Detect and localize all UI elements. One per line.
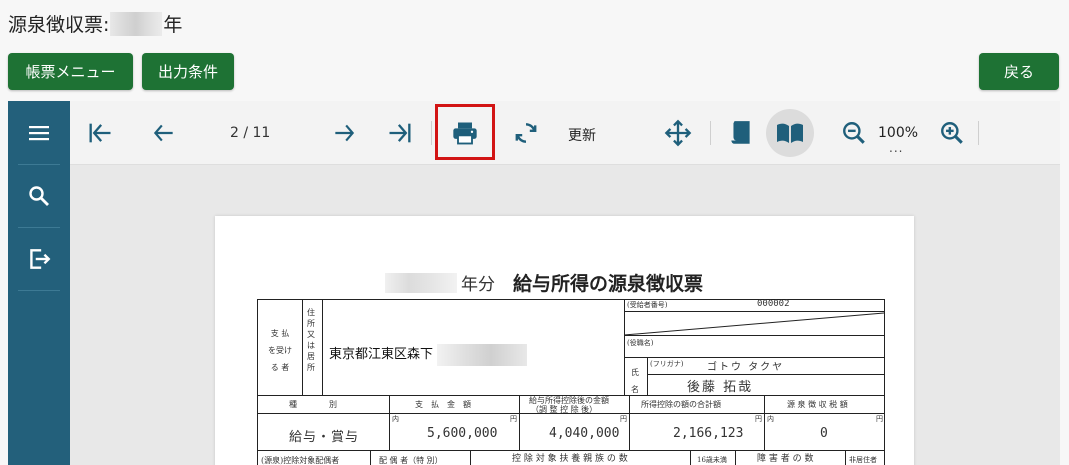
- address: 東京都江東区森下: [329, 347, 434, 362]
- row-deduct-after: 4,040,000: [549, 426, 620, 441]
- toolbar-divider: [710, 121, 711, 145]
- unit-en: 円: [510, 415, 517, 423]
- page-title-suffix: 年: [163, 14, 183, 36]
- furigana: ゴトウ タクヤ: [707, 362, 785, 373]
- name-label: 氏 名: [631, 368, 639, 394]
- last-page-icon[interactable]: [382, 111, 418, 155]
- col-type: 種 別: [289, 400, 337, 409]
- bottom-dependents-label: 控 除 対 象 扶 養 親 族 の 数: [512, 454, 628, 464]
- recipient-name: 後藤 拓哉: [687, 380, 754, 395]
- redacted-address: [437, 344, 527, 366]
- year-suffix: 年分: [461, 275, 495, 295]
- toolbar-divider: [978, 121, 979, 145]
- bottom-disabled-label: 障 害 者 の 数: [757, 454, 814, 464]
- row-deduct-total: 2,166,123: [673, 426, 744, 441]
- furigana-label: (フリガナ): [650, 360, 684, 368]
- book-view-icon[interactable]: [772, 111, 808, 155]
- page-title: 源泉徴収票: 年: [8, 10, 182, 37]
- col-withholding: 源 泉 徴 収 税 額: [787, 400, 848, 409]
- back-button[interactable]: 戻る: [979, 53, 1059, 90]
- menu-icon[interactable]: [14, 108, 64, 158]
- page-indicator[interactable]: 2 / 11: [230, 125, 270, 141]
- sidebar-divider: [18, 290, 60, 291]
- toolbar-divider: [431, 121, 432, 145]
- single-page-icon[interactable]: [723, 111, 759, 155]
- viewer-sidebar: [8, 101, 70, 465]
- report-viewer: 2 / 11 更新 100% ... 年分 給与所得の源泉徴収票 支 払 を受け…: [8, 101, 1060, 465]
- recipient-no-label: (受給者番号): [627, 301, 668, 309]
- report-menu-button[interactable]: 帳票メニュー: [8, 53, 133, 90]
- row-type: 給与・賞与: [289, 430, 360, 445]
- document-heading: 年分 給与所得の源泉徴収票: [385, 269, 703, 296]
- unit-nai: 内: [392, 415, 399, 423]
- col-pay: 支 払 金 額: [415, 400, 471, 409]
- payer-label: 支 払 を受け る 者: [268, 329, 292, 372]
- row-pay: 5,600,000: [427, 426, 498, 441]
- unit-en: 円: [620, 415, 627, 423]
- unit-en: 円: [876, 415, 883, 423]
- sidebar-divider: [18, 164, 60, 165]
- document-page: 年分 給与所得の源泉徴収票 支 払 を受け る 者 住 所 又 は 居 所 東京…: [215, 216, 914, 465]
- redacted-year: [110, 11, 163, 36]
- next-page-icon[interactable]: [326, 111, 362, 155]
- export-icon[interactable]: [14, 234, 64, 284]
- address-label: 住 所 又 は 居 所: [307, 308, 315, 372]
- bottom-spouse-special-label: 配 偶 者（特 別）: [379, 456, 443, 465]
- output-conditions-button[interactable]: 出力条件: [142, 53, 234, 90]
- bottom-spouse-label: (源泉)控除対象配偶者: [261, 456, 340, 465]
- zoom-level[interactable]: 100%: [878, 125, 918, 141]
- search-icon[interactable]: [14, 171, 64, 221]
- zoom-in-icon[interactable]: [934, 111, 970, 155]
- refresh-icon[interactable]: [508, 111, 544, 155]
- print-icon[interactable]: [447, 111, 483, 155]
- move-icon[interactable]: [660, 111, 696, 155]
- viewer-toolbar: 2 / 11 更新 100% ...: [70, 101, 1060, 165]
- zoom-out-icon[interactable]: [836, 111, 872, 155]
- zoom-options[interactable]: ...: [889, 141, 903, 155]
- redacted-doc-year: [385, 272, 457, 293]
- position-label: (役職名): [627, 339, 654, 347]
- withholding-form: 支 払 を受け る 者 住 所 又 は 居 所 東京都江東区森下 (受給者番号)…: [257, 299, 885, 465]
- unit-en: 円: [755, 415, 762, 423]
- document-title: 給与所得の源泉徴収票: [513, 273, 704, 295]
- first-page-icon[interactable]: [82, 111, 118, 155]
- refresh-label[interactable]: 更新: [568, 125, 596, 145]
- col-deduct-total: 所得控除の額の合計額: [641, 400, 721, 409]
- prev-page-icon[interactable]: [146, 111, 182, 155]
- col-deduct-after-sub: （調 整 控 除 後）: [531, 405, 598, 414]
- page-title-prefix: 源泉徴収票:: [8, 14, 110, 36]
- bottom-under16-label: 16歳未満: [697, 456, 727, 464]
- row-withholding: 0: [820, 426, 828, 441]
- recipient-no: 000002: [757, 299, 790, 309]
- unit-nai: 内: [767, 415, 774, 423]
- bottom-nonresident-label: 非居住者: [849, 456, 877, 464]
- sidebar-divider: [18, 227, 60, 228]
